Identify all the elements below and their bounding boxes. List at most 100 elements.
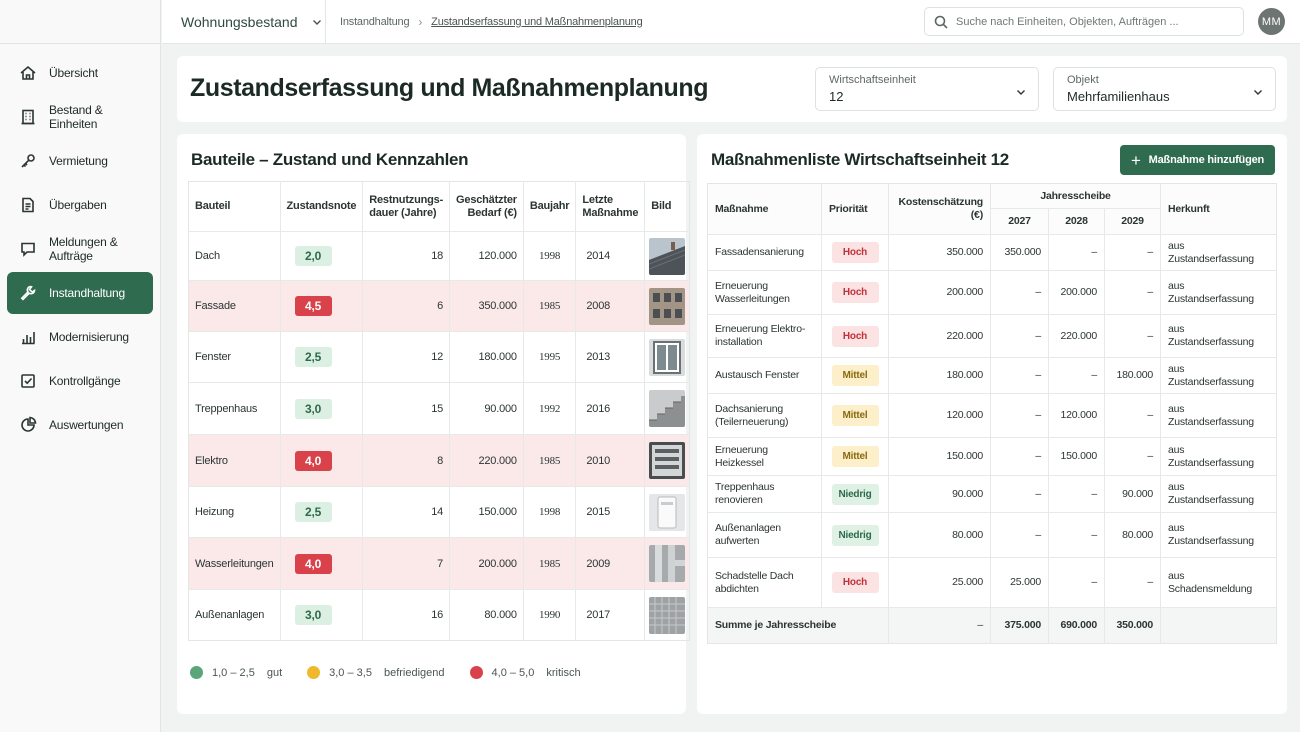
component-photo[interactable] — [649, 596, 686, 634]
col-year-2028: 2028 — [1048, 208, 1105, 235]
year-2029-value: – — [1104, 393, 1161, 438]
measure-name: Erneuerung Wasserleitungen — [707, 270, 822, 315]
unit-select[interactable]: Wirtschaftseinheit 12 — [815, 67, 1039, 111]
origin: aus Zustandserfassung — [1160, 234, 1277, 271]
remaining-life: 15 — [362, 382, 451, 435]
sidebar-item-kontrollgänge[interactable]: Kontrollgänge — [7, 360, 153, 402]
col-measure: Maßnahme — [707, 183, 822, 235]
year-2027-value: 350.000 — [990, 234, 1049, 271]
priority-badge: Niedrig — [831, 483, 879, 505]
component-name: Heizung — [188, 486, 281, 538]
search-input[interactable] — [956, 15, 1236, 28]
priority-cell: Hoch — [821, 557, 889, 608]
measure-row[interactable]: Fassadensanierung Hoch 350.000 350.000– – aus… — [707, 234, 1277, 271]
sidebar-item-instandhaltung[interactable]: Instandhaltung — [7, 272, 153, 314]
col-image: Bild — [651, 200, 672, 212]
measure-row[interactable]: Außenanlagen aufwerten Niedrig 80.000– –80.… — [707, 512, 1277, 558]
measure-name: Austausch Fenster — [707, 357, 822, 394]
component-row[interactable]: Außenanlagen 3,0 16 80.000 1990 2017 — [188, 589, 690, 641]
search-box[interactable] — [924, 7, 1244, 36]
sum-cost: – — [888, 607, 991, 644]
col-part: Bauteil — [188, 181, 281, 232]
image-cell — [644, 382, 690, 435]
sidebar-item-übergaben[interactable]: Übergaben — [7, 184, 153, 226]
add-measure-button[interactable]: + Maßnahme hinzufügen — [1120, 145, 1275, 175]
origin: aus Zustandserfassung — [1160, 357, 1277, 394]
measure-row[interactable]: Treppenhaus renovieren Niedrig 90.000– –90.… — [707, 475, 1277, 513]
measure-row[interactable]: Erneuerung Wasserleitungen Hoch 200.000–20… — [707, 270, 1277, 315]
component-photo[interactable] — [649, 493, 686, 531]
year-2029-value: 90.000 — [1104, 475, 1161, 513]
component-photo[interactable] — [649, 237, 686, 275]
sidebar-item-vermietung[interactable]: Vermietung — [7, 140, 153, 182]
building-icon — [19, 108, 37, 126]
measure-row[interactable]: Dachsanierung (Teilerneuerung) Mittel 120.… — [707, 393, 1277, 438]
year-2027-value: – — [990, 437, 1049, 476]
cost-estimate: 180.000 — [888, 357, 991, 394]
component-row[interactable]: Dach 2,0 18 120.000 1998 2014 — [188, 231, 690, 281]
year-2027-value: – — [990, 512, 1049, 558]
build-year: 1998 — [523, 486, 577, 538]
measure-row[interactable]: Schadstelle Dach abdichten Hoch 25.000 25.0… — [707, 557, 1277, 608]
legend-range: 1,0 – 2,5 — [212, 666, 255, 679]
sidebar-item-meldungen-aufträge[interactable]: Meldungen & Aufträge — [7, 228, 153, 270]
measure-row[interactable]: Erneuerung Heizkessel Mittel 150.000–150.0… — [707, 437, 1277, 476]
cost-estimate: 80.000 — [888, 512, 991, 558]
cost-estimate: 200.000 — [888, 270, 991, 315]
component-photo[interactable] — [649, 442, 686, 479]
remaining-life: 7 — [362, 537, 451, 590]
component-photo[interactable] — [649, 545, 686, 582]
sidebar-item-label: Meldungen & Aufträge — [49, 235, 118, 263]
message-icon — [19, 240, 37, 258]
component-row[interactable]: Heizung 2,5 14 150.000 1998 2015 — [188, 486, 690, 538]
origin: aus Zustandserfassung — [1160, 270, 1277, 315]
add-measure-label: Maßnahme hinzufügen — [1148, 154, 1265, 166]
component-row[interactable]: Fenster 2,5 12 180.000 1995 2013 — [188, 331, 690, 383]
last-measure-year: 2010 — [575, 434, 646, 487]
sidebar-item-label: Vermietung — [49, 154, 108, 168]
pie-chart-icon — [19, 416, 37, 434]
object-select[interactable]: Objekt Mehrfamilienhaus — [1053, 67, 1276, 111]
components-table: Bauteil Zustandsnote Restnutzungs-dauer … — [188, 181, 691, 641]
component-row[interactable]: Wasserleitungen 4,0 7 200.000 1985 2009 — [188, 537, 690, 590]
priority-badge: Hoch — [831, 572, 879, 593]
build-year: 1990 — [523, 589, 577, 641]
measure-name: Treppenhaus renovieren — [707, 475, 822, 513]
avatar[interactable]: MM — [1258, 8, 1285, 35]
cost-estimate: 120.000 — [888, 393, 991, 438]
measure-row[interactable]: Erneuerung Elektro-installation Hoch 220.0… — [707, 314, 1277, 358]
last-measure-year: 2017 — [575, 589, 646, 641]
component-row[interactable]: Treppenhaus 3,0 15 90.000 1992 2016 — [188, 382, 690, 435]
component-name: Elektro — [188, 434, 281, 487]
priority-cell: Hoch — [821, 314, 889, 358]
breadcrumb-separator-icon: › — [418, 14, 423, 29]
cost-estimate: 90.000 — [888, 475, 991, 513]
page-title: Zustandserfassung und Maßnahmenplanung — [190, 74, 709, 102]
sidebar-item-bestand-einheiten[interactable]: Bestand & Einheiten — [7, 96, 153, 138]
remaining-life: 14 — [362, 486, 451, 538]
sum-row: Summe je Jahresscheibe –375.000 690.000 350… — [707, 607, 1277, 644]
sidebar-item-label: Modernisierung — [49, 330, 129, 344]
breadcrumb-current[interactable]: Zustandserfassung und Maßnahmenplanung — [431, 16, 643, 28]
component-photo[interactable] — [649, 338, 686, 376]
col-cost: Kostenschätzung (€) — [888, 183, 991, 235]
grade-cell: 3,0 — [280, 382, 364, 435]
measure-row[interactable]: Austausch Fenster Mittel 180.000– –180.000 a… — [707, 357, 1277, 394]
component-row[interactable]: Elektro 4,0 8 220.000 1985 2010 — [188, 434, 690, 487]
component-name: Fassade — [188, 280, 281, 332]
estimated-need: 180.000 — [449, 331, 524, 383]
last-measure-year: 2008 — [575, 280, 646, 332]
sidebar-item-modernisierung[interactable]: Modernisierung — [7, 316, 153, 358]
last-measure-year: 2014 — [575, 231, 646, 281]
component-photo[interactable] — [649, 287, 686, 325]
chevron-down-icon — [1017, 90, 1025, 95]
breadcrumb-parent[interactable]: Instandhaltung — [340, 16, 410, 28]
year-2027-value: – — [990, 314, 1049, 358]
sidebar-item-übersicht[interactable]: Übersicht — [7, 52, 153, 94]
year-2028-value: 200.000 — [1048, 270, 1105, 315]
sidebar-item-auswertungen[interactable]: Auswertungen — [7, 404, 153, 446]
workspace-switcher[interactable]: Wohnungsbestand — [162, 0, 326, 44]
col-year-2027: 2027 — [990, 208, 1049, 235]
component-photo[interactable] — [649, 390, 686, 427]
component-row[interactable]: Fassade 4,5 6 350.000 1985 2008 — [188, 280, 690, 332]
